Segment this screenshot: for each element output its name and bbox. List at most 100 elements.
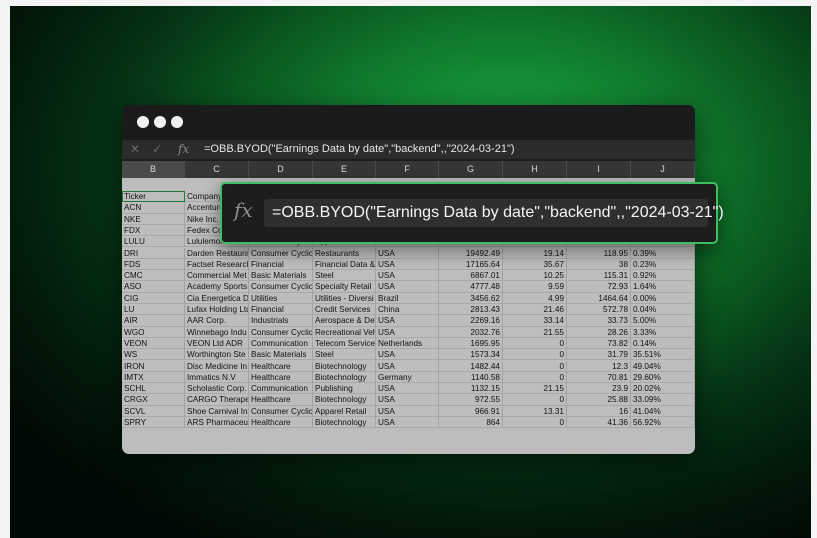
cell-h[interactable]: 0 — [503, 394, 567, 406]
cell-i[interactable]: 38 — [567, 258, 631, 271]
cell-f[interactable]: USA — [376, 270, 439, 282]
cell-c[interactable]: Disc Medicine In — [185, 360, 249, 372]
cell-i[interactable]: 72.93 — [567, 281, 631, 293]
cell-g[interactable]: 2032.76 — [439, 326, 503, 338]
cell-e[interactable]: Telecom Services — [313, 337, 376, 350]
cell-i[interactable]: 33.73 — [567, 315, 631, 327]
cell-b[interactable]: WGO — [122, 326, 185, 338]
cell-h[interactable]: 10.25 — [503, 270, 567, 282]
cell-g[interactable]: 1695.95 — [439, 337, 503, 350]
cell-g[interactable]: 1140.58 — [439, 371, 503, 384]
cell-g[interactable]: 1573.34 — [439, 349, 503, 361]
cell-g[interactable]: 1132.15 — [439, 383, 503, 395]
cell-f[interactable]: USA — [376, 360, 439, 372]
cell-f[interactable]: USA — [376, 315, 439, 327]
cell-g[interactable]: 1482.44 — [439, 360, 503, 372]
cell-g[interactable]: 4777.48 — [439, 281, 503, 293]
cell-g[interactable]: 2813.43 — [439, 304, 503, 316]
cell-f[interactable]: China — [376, 304, 439, 316]
cell-h[interactable]: 0 — [503, 371, 567, 384]
cell-b[interactable]: CIG — [122, 292, 185, 304]
cell-c[interactable]: Cia Energetica DI — [185, 292, 249, 304]
cell-c[interactable]: AAR Corp. — [185, 315, 249, 327]
cell-h[interactable]: 21.15 — [503, 383, 567, 395]
cell-b[interactable]: CMC — [122, 270, 185, 282]
cell-e[interactable]: Biotechnology — [313, 371, 376, 384]
cell-c[interactable]: Academy Sports — [185, 281, 249, 293]
cell-h[interactable]: 33.14 — [503, 315, 567, 327]
cell-i[interactable]: 572.78 — [567, 304, 631, 316]
cell-h[interactable]: 0 — [503, 349, 567, 361]
cell-g[interactable]: 864 — [439, 417, 503, 429]
cell-d[interactable]: Financial — [249, 258, 313, 271]
cell-j[interactable]: 35.51% — [631, 349, 695, 361]
cell-j[interactable]: 29.60% — [631, 371, 695, 384]
cell-j[interactable]: 41.04% — [631, 405, 695, 417]
cell-c[interactable]: Scholastic Corp. — [185, 383, 249, 395]
cell-b[interactable]: CRGX — [122, 394, 185, 406]
function-icon[interactable]: fx — [178, 140, 189, 159]
cell-f[interactable]: USA — [376, 247, 439, 259]
cell-c[interactable]: ARS Pharmaceut — [185, 417, 249, 429]
cell-i[interactable]: 23.9 — [567, 383, 631, 395]
cell-b[interactable]: FDX — [122, 224, 185, 237]
cell-f[interactable]: USA — [376, 383, 439, 395]
formula-input[interactable]: =OBB.BYOD("Earnings Data by date","backe… — [204, 140, 515, 159]
window-minimize-button[interactable] — [154, 116, 166, 128]
cell-b[interactable]: SCVL — [122, 405, 185, 417]
cell-e[interactable]: Recreational Veh — [313, 326, 376, 338]
cell-h[interactable]: 35.67 — [503, 258, 567, 271]
cell-j[interactable]: 33.09% — [631, 394, 695, 406]
cell-d[interactable]: Consumer Cyclic — [249, 405, 313, 417]
cell-e[interactable]: Steel — [313, 349, 376, 361]
cell-i[interactable]: 25.88 — [567, 394, 631, 406]
cell-i[interactable]: 28.26 — [567, 326, 631, 338]
cell-i[interactable]: 115.31 — [567, 270, 631, 282]
cell-e[interactable]: Steel — [313, 270, 376, 282]
cell-h[interactable]: 19.14 — [503, 247, 567, 259]
cell-j[interactable]: 1.64% — [631, 281, 695, 293]
cell-g[interactable]: 17165.64 — [439, 258, 503, 271]
cell-b[interactable]: WS — [122, 349, 185, 361]
cell-h[interactable]: 9.59 — [503, 281, 567, 293]
cell-d[interactable]: Healthcare — [249, 417, 313, 429]
cell-d[interactable]: Consumer Cyclic — [249, 247, 313, 259]
cell-f[interactable]: USA — [376, 394, 439, 406]
column-header-h[interactable]: H — [503, 161, 567, 178]
column-header-e[interactable]: E — [313, 161, 376, 178]
cell-h[interactable]: 0 — [503, 417, 567, 429]
cell-i[interactable]: 16 — [567, 405, 631, 417]
cell-i[interactable]: 31.79 — [567, 349, 631, 361]
cell-j[interactable]: 5.00% — [631, 315, 695, 327]
cell-e[interactable]: Aerospace & Def — [313, 315, 376, 327]
cell-i[interactable]: 41.36 — [567, 417, 631, 429]
cell-b[interactable]: VEON — [122, 337, 185, 350]
cell-g[interactable]: 972.55 — [439, 394, 503, 406]
cell-j[interactable]: 56.92% — [631, 417, 695, 429]
cell-f[interactable]: USA — [376, 417, 439, 429]
cell-j[interactable]: 49.04% — [631, 360, 695, 372]
cell-d[interactable]: Consumer Cyclic — [249, 281, 313, 293]
cell-c[interactable]: Commercial Met — [185, 270, 249, 282]
cell-c[interactable]: Winnebago Indu — [185, 326, 249, 338]
cell-i[interactable]: 70.81 — [567, 371, 631, 384]
cancel-icon[interactable]: ✕ — [130, 140, 140, 159]
column-header-c[interactable]: C — [185, 161, 249, 178]
cell-e[interactable]: Credit Services — [313, 304, 376, 316]
cell-f[interactable]: USA — [376, 258, 439, 271]
column-header-g[interactable]: G — [439, 161, 503, 178]
cell-d[interactable]: Healthcare — [249, 360, 313, 372]
cell-c[interactable]: CARGO Therapeu — [185, 394, 249, 406]
cell-e[interactable]: Biotechnology — [313, 417, 376, 429]
cell-b[interactable]: LU — [122, 304, 185, 316]
cell-j[interactable]: 0.14% — [631, 337, 695, 350]
cell-e[interactable]: Biotechnology — [313, 394, 376, 406]
cell-c[interactable]: Factset Research — [185, 258, 249, 271]
cell-d[interactable]: Basic Materials — [249, 349, 313, 361]
cell-b[interactable]: AIR — [122, 315, 185, 327]
cell-c[interactable]: Lufax Holding Ltd — [185, 304, 249, 316]
cell-b[interactable]: IRON — [122, 360, 185, 372]
cell-c[interactable]: Immatics N.V — [185, 371, 249, 384]
cell-d[interactable]: Communication — [249, 383, 313, 395]
cell-i[interactable]: 1464.64 — [567, 292, 631, 304]
